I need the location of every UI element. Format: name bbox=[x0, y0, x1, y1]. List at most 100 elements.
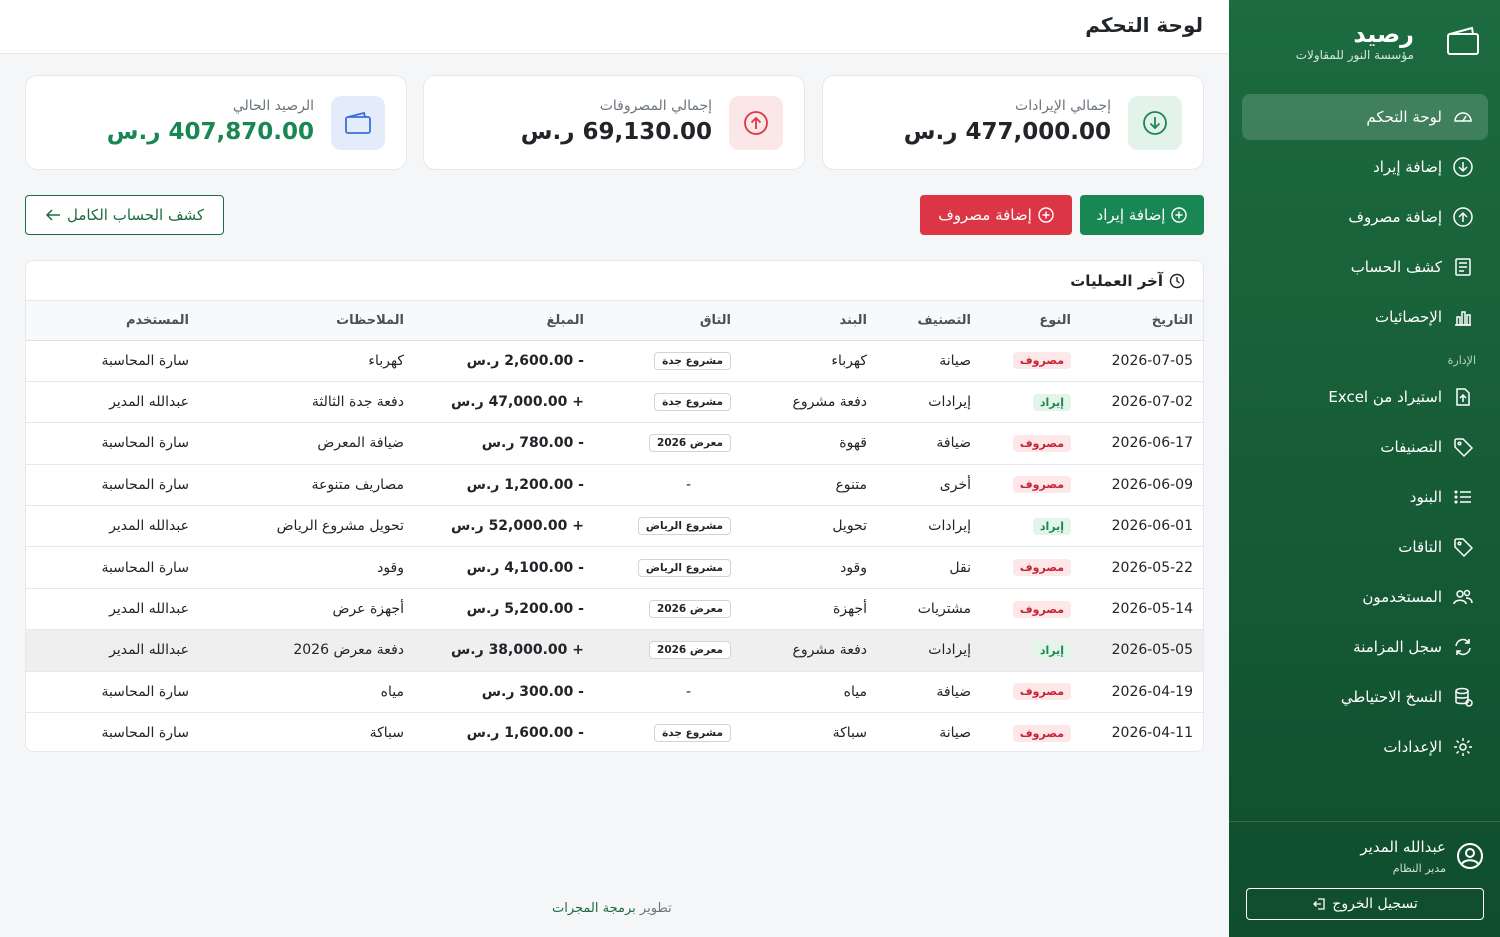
cell-type: مصروف bbox=[971, 547, 1071, 588]
expense-stat-card: إجمالي المصروفات 69,130.00 ر.س bbox=[423, 75, 805, 170]
cell-type: مصروف bbox=[971, 423, 1071, 464]
cell-user: سارة المحاسبة bbox=[101, 352, 189, 369]
plus-circle-icon bbox=[1038, 207, 1054, 223]
cell-tag: مشروع جدة bbox=[584, 713, 731, 751]
cell-notes: دفعة جدة الثالثة bbox=[311, 394, 404, 411]
tag-badge: مشروع جدة bbox=[654, 393, 731, 412]
cell-date: 2026-06-17 bbox=[1111, 435, 1193, 452]
cell-notes: سباكة bbox=[369, 725, 404, 742]
sidebar-item-label: استيراد من Excel bbox=[1328, 388, 1442, 406]
arrow-up-circle-icon bbox=[744, 111, 768, 135]
table-row[interactable]: 2026-07-02 إيراد إيرادات دفعة مشروع مشروع جد… bbox=[26, 381, 1203, 423]
column-header-category[interactable]: التصنيف bbox=[867, 301, 971, 341]
brand-name: رصيد bbox=[1353, 20, 1414, 48]
cell-user: عبدالله المدير bbox=[109, 394, 189, 411]
column-header-notes[interactable]: الملاحظات bbox=[189, 301, 404, 341]
cell-date: 2026-04-19 bbox=[1111, 683, 1193, 700]
sidebar-item-label: التاقات bbox=[1398, 538, 1442, 556]
sidebar-item-tags[interactable]: التاقات bbox=[1242, 524, 1488, 570]
arrow-down-circle-icon bbox=[1452, 156, 1474, 178]
sidebar-item-settings[interactable]: الإعدادات bbox=[1242, 724, 1488, 770]
cell-type: مصروف bbox=[971, 464, 1071, 505]
sidebar-item-label: البنود bbox=[1409, 488, 1442, 506]
table-row[interactable]: 2026-04-11 مصروف صيانة سباكة مشروع جدة - 1,60… bbox=[26, 713, 1203, 751]
cell-user: عبدالله المدير bbox=[109, 642, 189, 659]
income-stat-value: 477,000.00 ر.س bbox=[903, 119, 1111, 145]
column-header-tag[interactable]: التاق bbox=[584, 301, 731, 341]
file-upload-icon bbox=[1452, 386, 1474, 408]
recent-transactions-header: آخر العمليات bbox=[26, 261, 1203, 301]
balance-stat-label: الرصيد الحالي bbox=[232, 98, 314, 114]
cell-item: قهوة bbox=[839, 435, 867, 452]
list-icon bbox=[1452, 486, 1474, 508]
cell-item: دفعة مشروع bbox=[792, 394, 867, 411]
sync-icon bbox=[1452, 636, 1474, 658]
table-row[interactable]: 2026-05-14 مصروف مشتريات أجهزة معرض 2026 - 5,… bbox=[26, 588, 1203, 630]
dashboard-icon bbox=[1452, 106, 1474, 128]
sidebar-item-backup[interactable]: النسخ الاحتياطي bbox=[1242, 674, 1488, 720]
cell-amount: - 4,100.00 ر.س bbox=[466, 559, 584, 576]
sidebar-item-items[interactable]: البنود bbox=[1242, 474, 1488, 520]
sidebar-item-dashboard[interactable]: لوحة التحكم bbox=[1242, 94, 1488, 140]
sidebar-item-import-excel[interactable]: استيراد من Excel bbox=[1242, 374, 1488, 420]
cell-amount: + 38,000.00 ر.س bbox=[450, 642, 584, 659]
sidebar-item-statement[interactable]: كشف الحساب bbox=[1242, 244, 1488, 290]
bar-chart-icon bbox=[1452, 306, 1474, 328]
cell-amount: - 300.00 ر.س bbox=[481, 683, 584, 700]
user-name: عبدالله المدير bbox=[1360, 838, 1446, 856]
cell-category: صيانة bbox=[939, 352, 971, 369]
cell-user: سارة المحاسبة bbox=[101, 683, 189, 700]
table-row[interactable]: 2026-05-22 مصروف نقل وقود مشروع الرياض - 4,10… bbox=[26, 547, 1203, 589]
cell-type: مصروف bbox=[971, 340, 1071, 381]
column-header-user[interactable]: المستخدم bbox=[26, 301, 189, 341]
tag-badge: مشروع الرياض bbox=[637, 558, 731, 577]
cell-type: مصروف bbox=[971, 713, 1071, 751]
logout-button[interactable]: تسجيل الخروج bbox=[1246, 888, 1484, 920]
sidebar-item-label: إضافة إيراد bbox=[1373, 158, 1442, 176]
balance-stat-value: 407,870.00 ر.س bbox=[106, 119, 314, 145]
column-header-amount[interactable]: المبلغ bbox=[404, 301, 584, 341]
table-row[interactable]: 2026-05-05 إيراد إيرادات دفعة مشروع معرض 202… bbox=[26, 629, 1203, 672]
logout-label: تسجيل الخروج bbox=[1332, 896, 1418, 912]
cell-tag: مشروع الرياض bbox=[584, 506, 731, 547]
plus-circle-icon bbox=[1171, 207, 1188, 223]
full-statement-button[interactable]: كشف الحساب الكامل bbox=[25, 195, 224, 235]
cell-category: صيانة bbox=[939, 725, 971, 742]
sidebar-item-statistics[interactable]: الإحصائيات bbox=[1242, 294, 1488, 340]
column-header-type[interactable]: النوع bbox=[971, 301, 1071, 341]
add-expense-button[interactable]: إضافة مصروف bbox=[920, 195, 1072, 235]
sidebar-item-label: التصنيفات bbox=[1380, 438, 1442, 456]
tag-badge: معرض 2026 bbox=[649, 600, 731, 619]
cell-notes: مصاريف متنوعة bbox=[311, 476, 404, 493]
gear-icon bbox=[1452, 736, 1474, 758]
cell-date: 2026-05-22 bbox=[1111, 559, 1193, 576]
column-header-item[interactable]: البند bbox=[731, 301, 867, 341]
cell-amount: - 5,200.00 ر.س bbox=[466, 601, 584, 618]
income-stat-label: إجمالي الإيرادات bbox=[1015, 98, 1111, 114]
footer-credit-link[interactable]: برمجة المجرات bbox=[552, 901, 636, 916]
sidebar-item-users[interactable]: المستخدمون bbox=[1242, 574, 1488, 620]
table-row[interactable]: 2026-06-17 مصروف ضيافة قهوة معرض 2026 - 780.0… bbox=[26, 423, 1203, 465]
sidebar-item-label: سجل المزامنة bbox=[1353, 638, 1442, 656]
sidebar-item-add-expense[interactable]: إضافة مصروف bbox=[1242, 194, 1488, 240]
cell-notes: ضيافة المعرض bbox=[317, 435, 404, 452]
logout-icon bbox=[1313, 898, 1325, 910]
column-header-date[interactable]: التاريخ bbox=[1071, 301, 1203, 341]
sidebar-item-sync-log[interactable]: سجل المزامنة bbox=[1242, 624, 1488, 670]
add-income-button[interactable]: إضافة إيراد bbox=[1080, 195, 1204, 235]
full-statement-label: كشف الحساب الكامل bbox=[66, 206, 205, 224]
cell-notes: مياه bbox=[380, 683, 404, 700]
sidebar-item-categories[interactable]: التصنيفات bbox=[1242, 424, 1488, 470]
cell-amount: - 2,600.00 ر.س bbox=[466, 352, 584, 369]
topbar: لوحة التحكم bbox=[0, 0, 1229, 54]
user-info: عبدالله المدير مدير النظام bbox=[1244, 838, 1484, 880]
table-row[interactable]: 2026-07-05 مصروف صيانة كهرباء مشروع جدة - 2,6… bbox=[26, 340, 1203, 382]
cell-user: سارة المحاسبة bbox=[101, 725, 189, 742]
sidebar-item-add-income[interactable]: إضافة إيراد bbox=[1242, 144, 1488, 190]
table-row[interactable]: 2026-06-01 إيراد إيرادات تحويل مشروع الرياض +… bbox=[26, 506, 1203, 547]
sidebar: رصيد مؤسسة النور للمقاولات لوحة التحكم إ… bbox=[1229, 0, 1500, 937]
brand: رصيد مؤسسة النور للمقاولات bbox=[1240, 20, 1480, 70]
add-income-label: إضافة إيراد bbox=[1096, 206, 1166, 224]
table-row[interactable]: 2026-04-19 مصروف ضيافة مياه - - 300.00 ر.س ميا… bbox=[26, 671, 1203, 713]
table-row[interactable]: 2026-06-09 مصروف أخرى متنوع - - 1,200.00 ر.س م… bbox=[26, 464, 1203, 506]
